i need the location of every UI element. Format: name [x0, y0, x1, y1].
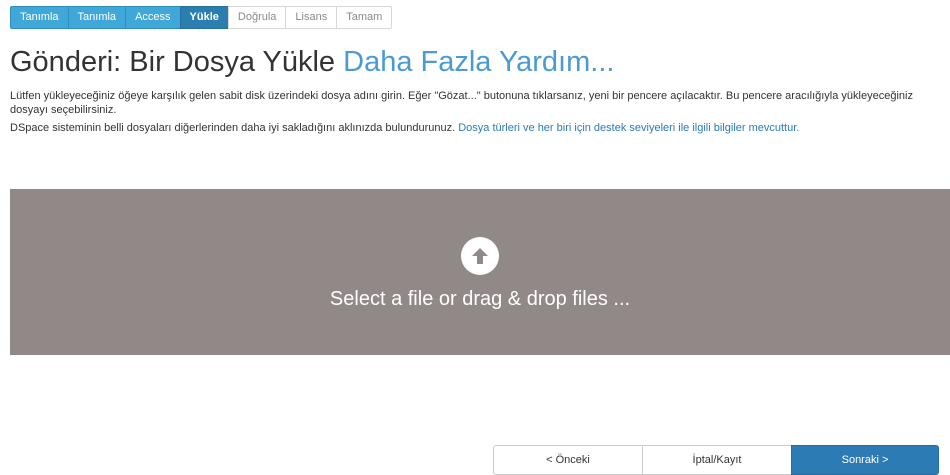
step-complete: Tamam [336, 6, 393, 29]
next-button[interactable]: Sonraki > [791, 445, 939, 475]
file-format-support-link[interactable]: Dosya türleri ve her biri için destek se… [458, 122, 799, 134]
upload-arrow-circle-icon [461, 237, 499, 275]
step-license: Lisans [285, 6, 338, 29]
more-help-link[interactable]: Daha Fazla Yardım... [343, 46, 614, 78]
previous-button[interactable]: < Önceki [493, 445, 643, 475]
file-dropzone[interactable]: Select a file or drag & drop files ... [10, 189, 950, 355]
cancel-save-button[interactable]: İptal/Kayıt [642, 445, 792, 475]
page-title-text: Gönderi: Bir Dosya Yükle [10, 46, 336, 78]
page-title: Gönderi: Bir Dosya Yükle Daha Fazla Yard… [10, 44, 614, 80]
submission-upload-page: Tanımla Tanımla Access Yükle Doğrula Lis… [0, 0, 950, 475]
step-verify: Doğrula [227, 6, 287, 29]
navigation-buttons: < Önceki İptal/Kayıt Sonraki > [493, 445, 939, 475]
dropzone-label: Select a file or drag & drop files ... [329, 288, 631, 310]
progress-steps: Tanımla Tanımla Access Yükle Doğrula Lis… [10, 6, 393, 29]
step-upload[interactable]: Yükle [179, 6, 229, 29]
upload-instructions: Lütfen yükleyeceğiniz öğeye karşılık gel… [10, 90, 913, 116]
file-format-note-text: DSpace sisteminin belli dosyaları diğerl… [10, 122, 456, 134]
step-describe-1[interactable]: Tanımla [10, 6, 69, 29]
file-format-note: DSpace sisteminin belli dosyaları diğerl… [10, 121, 940, 135]
step-describe-2[interactable]: Tanımla [67, 6, 127, 29]
step-access[interactable]: Access [125, 6, 181, 29]
